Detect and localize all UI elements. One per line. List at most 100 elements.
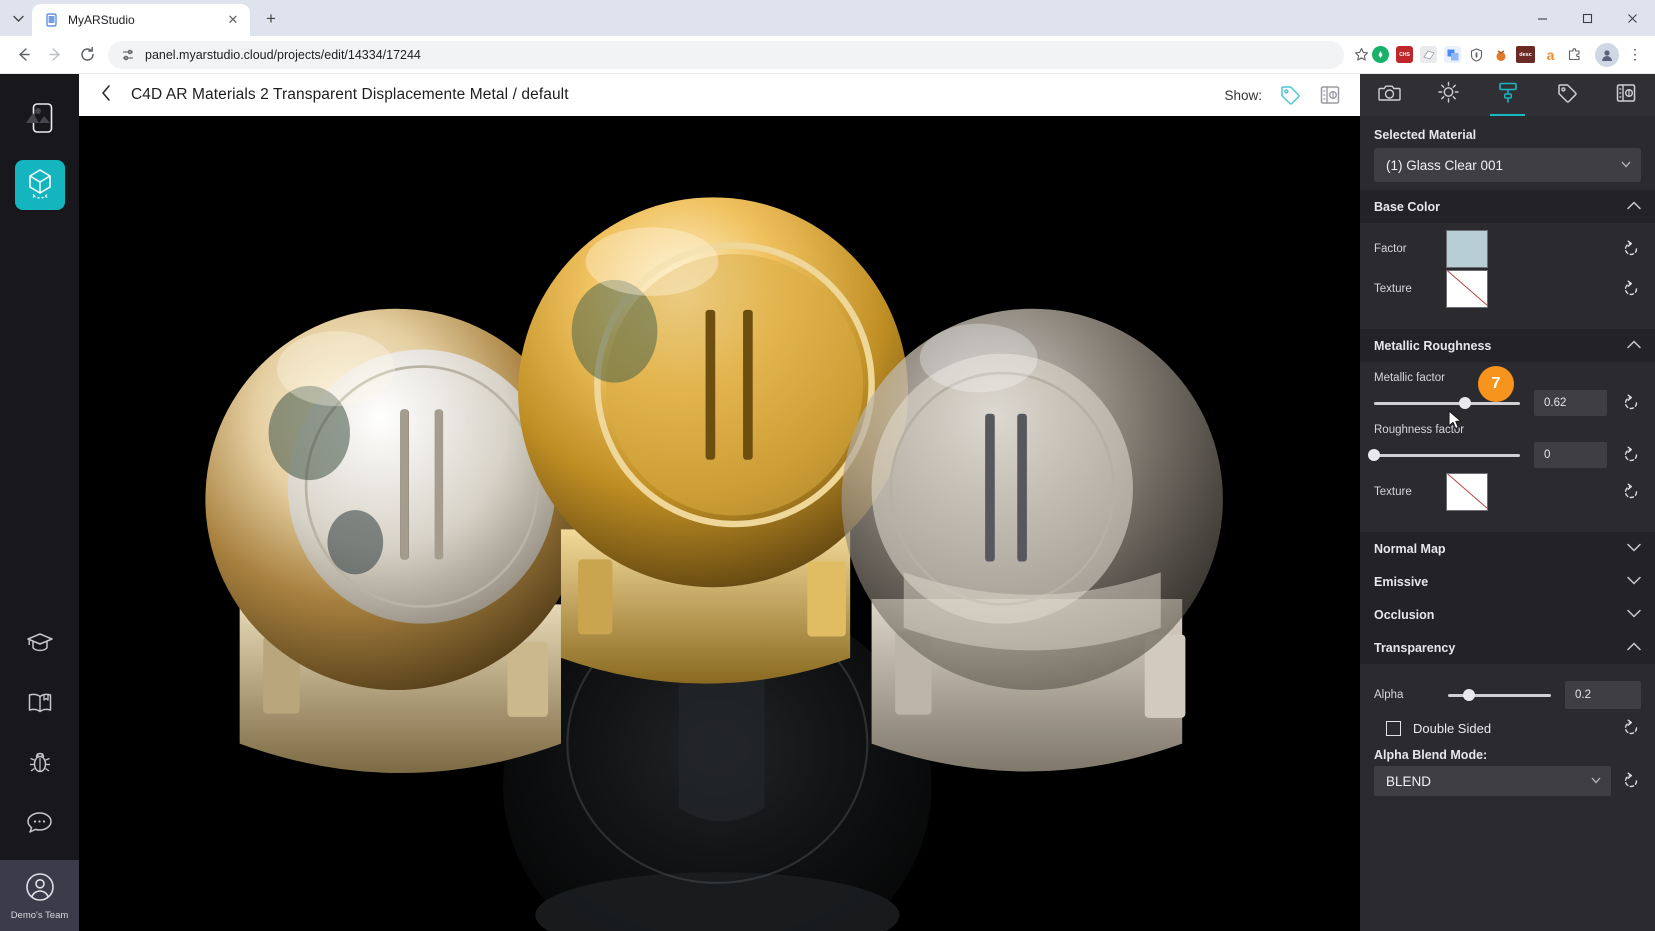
window-close-button[interactable]: [1610, 0, 1655, 36]
roughness-factor-value[interactable]: 0: [1534, 442, 1607, 468]
sidebar-item-ar-preview[interactable]: [15, 96, 65, 146]
section-body-transparency: Alpha 0.2 Double Sided Alpha Blend Mode:…: [1360, 664, 1655, 806]
double-sided-checkbox[interactable]: [1386, 720, 1401, 736]
extension-amazon-icon[interactable]: a: [1542, 46, 1559, 63]
selected-material-value: (1) Glass Clear 001: [1386, 157, 1504, 173]
back-navigation-button[interactable]: [91, 80, 121, 110]
forward-button[interactable]: [40, 40, 70, 70]
show-label: Show:: [1224, 87, 1262, 103]
left-sidebar: Demo's Team: [0, 74, 79, 931]
chevron-down-icon: [1627, 609, 1641, 621]
roughness-factor-row: 0: [1360, 438, 1655, 472]
alpha-blend-mode-value: BLEND: [1386, 773, 1432, 789]
extension-puzzle-icon[interactable]: [1566, 46, 1583, 63]
alpha-label: Alpha: [1374, 689, 1404, 701]
roughness-factor-label-row: Roughness factor: [1360, 420, 1655, 438]
alpha-row: Alpha 0.2: [1360, 678, 1655, 712]
section-title: Emissive: [1374, 574, 1429, 589]
minimize-button[interactable]: [1520, 0, 1565, 36]
extension-red-icon[interactable]: CHS: [1396, 46, 1413, 63]
tag-icon[interactable]: [1278, 83, 1302, 107]
section-header-normal-map[interactable]: Normal Map: [1360, 532, 1655, 565]
base-color-texture-slot[interactable]: [1446, 270, 1488, 308]
section-title: Normal Map: [1374, 541, 1446, 556]
panel-structure-icon[interactable]: [1318, 83, 1342, 107]
metallic-factor-label: Metallic factor: [1374, 372, 1445, 384]
reset-arrow-icon[interactable]: [1621, 718, 1641, 738]
section-header-emissive[interactable]: Emissive: [1360, 565, 1655, 598]
browser-menu-button[interactable]: ⋮: [1623, 46, 1647, 63]
extensions-row: CHS desc a: [1372, 46, 1587, 63]
account-section[interactable]: Demo's Team: [0, 860, 79, 931]
rendered-objects: [79, 116, 1360, 931]
close-icon[interactable]: ✕: [224, 11, 242, 29]
roughness-factor-slider[interactable]: [1368, 449, 1520, 461]
reset-arrow-icon[interactable]: [1621, 279, 1641, 299]
slider-thumb[interactable]: [1368, 449, 1380, 461]
reload-button[interactable]: [72, 40, 102, 70]
back-button[interactable]: [8, 40, 38, 70]
slider-thumb[interactable]: [1458, 397, 1471, 409]
tab-camera[interactable]: [1360, 74, 1419, 116]
row-base-color-factor: Factor: [1360, 229, 1655, 269]
section-header-metallic-roughness[interactable]: Metallic Roughness: [1360, 329, 1655, 362]
extension-orange-icon[interactable]: [1492, 46, 1509, 63]
reset-arrow-icon[interactable]: [1621, 771, 1641, 791]
extension-green-icon[interactable]: [1372, 46, 1389, 63]
graduation-cap-icon: [26, 631, 54, 660]
row-label: Texture: [1374, 486, 1412, 498]
sidebar-item-model-editor[interactable]: [14, 160, 65, 210]
reset-arrow-icon[interactable]: [1621, 393, 1641, 413]
sidebar-item-report-bug[interactable]: [15, 740, 65, 790]
editor-column: C4D AR Materials 2 Transparent Displacem…: [79, 74, 1360, 931]
phone-ar-icon: [25, 102, 55, 141]
alpha-value[interactable]: 0.2: [1565, 681, 1641, 709]
inspector-tabs: [1360, 74, 1655, 116]
new-tab-button[interactable]: +: [257, 5, 285, 33]
section-header-base-color[interactable]: Base Color: [1360, 190, 1655, 223]
section-header-occlusion[interactable]: Occlusion: [1360, 598, 1655, 631]
profile-avatar[interactable]: [1595, 42, 1619, 67]
chevron-up-icon: [1627, 641, 1641, 654]
tab-search-button[interactable]: [4, 4, 32, 32]
bookmark-star-icon[interactable]: [1352, 47, 1370, 62]
extension-translate-icon[interactable]: [1444, 46, 1461, 63]
3d-viewport[interactable]: [79, 116, 1360, 931]
base-color-swatch[interactable]: [1446, 230, 1488, 268]
tab-strip: MyARStudio ✕ +: [0, 0, 1655, 36]
tab-structure[interactable]: [1596, 74, 1655, 116]
panel-structure-icon: [1615, 82, 1637, 109]
section-header-transparency[interactable]: Transparency: [1360, 631, 1655, 664]
extension-desc-icon[interactable]: desc: [1516, 46, 1535, 63]
sidebar-item-documentation[interactable]: [15, 680, 65, 730]
sidebar-item-academy[interactable]: [15, 620, 65, 670]
3d-scene: [79, 116, 1360, 931]
section-title: Occlusion: [1374, 607, 1435, 622]
reset-arrow-icon[interactable]: [1621, 445, 1641, 465]
tab-lighting[interactable]: [1419, 74, 1478, 116]
section-title: Transparency: [1374, 640, 1456, 655]
chevron-down-icon: [1591, 776, 1601, 786]
slider-thumb[interactable]: [1462, 689, 1475, 701]
metallic-factor-value[interactable]: 0.62: [1534, 390, 1607, 416]
alpha-blend-mode-select[interactable]: BLEND: [1374, 766, 1611, 796]
tab-materials[interactable]: [1478, 74, 1537, 116]
maximize-button[interactable]: [1565, 0, 1610, 36]
browser-tab[interactable]: MyARStudio ✕: [32, 4, 250, 36]
metallic-factor-slider[interactable]: [1374, 397, 1520, 409]
paint-roller-icon: [1497, 81, 1519, 109]
sidebar-item-chat-support[interactable]: [15, 800, 65, 850]
tune-icon[interactable]: [120, 47, 136, 63]
address-bar[interactable]: panel.myarstudio.cloud/projects/edit/143…: [108, 40, 1344, 69]
extension-shield-icon[interactable]: [1468, 46, 1485, 63]
row-metallic-texture: Texture: [1360, 472, 1655, 512]
tab-tags[interactable]: [1537, 74, 1596, 116]
reset-arrow-icon[interactable]: [1621, 239, 1641, 259]
chevron-down-icon: [1627, 576, 1641, 588]
roughness-factor-label: Roughness factor: [1374, 424, 1465, 436]
alpha-slider[interactable]: [1448, 689, 1551, 701]
selected-material-select[interactable]: (1) Glass Clear 001: [1374, 148, 1641, 182]
reset-arrow-icon[interactable]: [1621, 482, 1641, 502]
extension-note-icon[interactable]: [1420, 46, 1437, 63]
metallic-texture-slot[interactable]: [1446, 473, 1488, 511]
